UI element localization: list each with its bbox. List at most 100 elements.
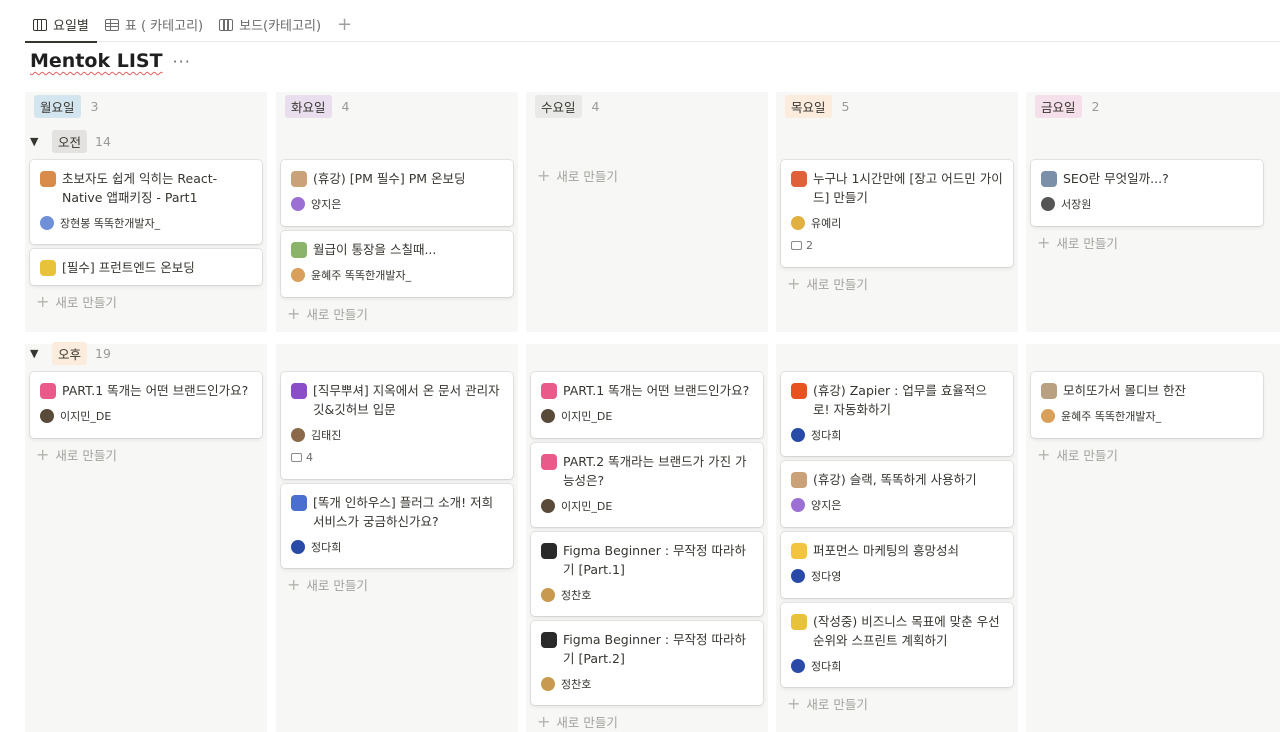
tab-weekday[interactable]: 요일별 bbox=[25, 8, 97, 43]
board-card[interactable]: [필수] 프런트엔드 온보딩 bbox=[30, 249, 262, 285]
tab-label: 요일별 bbox=[53, 19, 89, 34]
cocktail-emoji bbox=[1041, 383, 1057, 399]
new-card-button[interactable]: + 새로 만들기 bbox=[787, 274, 868, 293]
collapse-toggle-icon[interactable]: ▼ bbox=[30, 347, 44, 360]
figma-emoji bbox=[541, 632, 557, 648]
board-card[interactable]: [직무뿌셔] 지옥에서 온 문서 관리자 깃&깃허브 입문 김태진 4 bbox=[281, 372, 513, 479]
page-title[interactable]: Mentok LIST bbox=[30, 50, 163, 72]
board-card[interactable]: (휴강) 슬랙, 똑똑하게 사용하기 양지은 bbox=[781, 461, 1013, 527]
column-background bbox=[526, 92, 768, 332]
group-label[interactable]: 오전 bbox=[52, 130, 88, 153]
new-card-button[interactable]: + 새로 만들기 bbox=[537, 166, 618, 185]
card-title-text: (휴강) [PM 필수] PM 온보딩 bbox=[313, 171, 466, 186]
card-assignee: 정다희 bbox=[791, 427, 1003, 443]
plus-icon: + bbox=[287, 303, 301, 323]
new-card-button[interactable]: + 새로 만들기 bbox=[36, 292, 117, 311]
plus-icon: + bbox=[1037, 444, 1051, 464]
avatar bbox=[541, 499, 555, 513]
group-count: 19 bbox=[95, 346, 111, 361]
tab-table-category[interactable]: 표 ( 카테고리) bbox=[97, 8, 211, 42]
new-card-button[interactable]: + 새로 만들기 bbox=[787, 694, 868, 713]
column-label[interactable]: 화요일 bbox=[285, 95, 332, 118]
new-card-label: 새로 만들기 bbox=[556, 169, 618, 184]
board-card[interactable]: Figma Beginner : 무작정 따라하기 [Part.2] 정찬호 bbox=[531, 621, 763, 705]
card-title: (작성중) 비즈니스 목표에 맞춘 우선순위와 스프린트 계획하기 bbox=[791, 612, 1003, 650]
new-card-button[interactable]: + 새로 만들기 bbox=[1037, 445, 1118, 464]
board-card[interactable]: 월급이 통장을 스칠때... 윤혜주 똑똑한개발자_ bbox=[281, 231, 513, 297]
avatar bbox=[291, 428, 305, 442]
comment-icon bbox=[791, 241, 802, 250]
new-card-button[interactable]: + 새로 만들기 bbox=[1037, 233, 1118, 252]
card-assignee: 서장원 bbox=[1041, 196, 1253, 212]
plus-icon: + bbox=[287, 574, 301, 594]
heart-emoji bbox=[40, 383, 56, 399]
card-title-text: [직무뿌셔] 지옥에서 온 문서 관리자 깃&깃허브 입문 bbox=[313, 383, 500, 417]
avatar bbox=[791, 498, 805, 512]
column-label[interactable]: 목요일 bbox=[785, 95, 832, 118]
new-card-button[interactable]: + 새로 만들기 bbox=[36, 445, 117, 464]
collapse-toggle-icon[interactable]: ▼ bbox=[30, 135, 44, 148]
card-title: PART.2 똑개라는 브랜드가 가진 가능성은? bbox=[541, 452, 753, 490]
board-card[interactable]: PART.1 똑개는 어떤 브랜드인가요? 이지민_DE bbox=[30, 372, 262, 438]
column-label[interactable]: 수요일 bbox=[535, 95, 582, 118]
card-title: Figma Beginner : 무작정 따라하기 [Part.2] bbox=[541, 630, 753, 668]
board-view-icon bbox=[33, 18, 47, 31]
board-card[interactable]: Figma Beginner : 무작정 따라하기 [Part.1] 정찬호 bbox=[531, 532, 763, 616]
card-title: [직무뿌셔] 지옥에서 온 문서 관리자 깃&깃허브 입문 bbox=[291, 381, 503, 419]
column-header: 목요일 5 bbox=[785, 95, 849, 118]
board-card[interactable]: (작성중) 비즈니스 목표에 맞춘 우선순위와 스프린트 계획하기 정다희 bbox=[781, 603, 1013, 687]
devil-emoji bbox=[291, 383, 307, 399]
tab-board-category[interactable]: 보드(카테고리) bbox=[211, 8, 329, 42]
title-row: Mentok LIST ··· bbox=[30, 50, 191, 72]
technologist-emoji bbox=[40, 171, 56, 187]
card-assignee: 정찬호 bbox=[541, 676, 753, 692]
avatar bbox=[541, 588, 555, 602]
board-card[interactable]: SEO란 무엇일까...? 서장원 bbox=[1031, 160, 1263, 226]
new-card-label: 새로 만들기 bbox=[306, 578, 368, 593]
board-card[interactable]: (휴강) Zapier : 업무를 효율적으로! 자동화하기 정다희 bbox=[781, 372, 1013, 456]
board-card[interactable]: (휴강) [PM 필수] PM 온보딩 양지은 bbox=[281, 160, 513, 226]
new-card-button[interactable]: + 새로 만들기 bbox=[287, 575, 368, 594]
board-card[interactable]: [똑개 인하우스] 플러그 소개! 저희 서비스가 궁금하신가요? 정다희 bbox=[281, 484, 513, 568]
card-assignee: 양지은 bbox=[791, 497, 1003, 513]
group-label[interactable]: 오후 bbox=[52, 342, 88, 365]
group-header: ▼ 오전 14 bbox=[30, 130, 111, 153]
add-view-button[interactable]: + bbox=[329, 14, 360, 35]
plug-emoji bbox=[291, 495, 307, 511]
board-card[interactable]: 초보자도 쉽게 익히는 React-Native 앱패키징 - Part1 장현봉… bbox=[30, 160, 262, 244]
card-assignee: 유예리 bbox=[791, 215, 1003, 231]
new-card-button[interactable]: + 새로 만들기 bbox=[537, 712, 618, 731]
new-card-label: 새로 만들기 bbox=[55, 295, 117, 310]
card-assignee: 정다영 bbox=[791, 568, 1003, 584]
avatar bbox=[791, 659, 805, 673]
assignee-name: 김태진 bbox=[311, 429, 342, 442]
card-assignee: 김태진 bbox=[291, 427, 503, 443]
new-card-button[interactable]: + 새로 만들기 bbox=[287, 304, 368, 323]
board-card[interactable]: 퍼포먼스 마케팅의 흥망성쇠정다영 bbox=[781, 532, 1013, 598]
monkey-emoji bbox=[791, 472, 807, 488]
board-card[interactable]: 모히또가서 몰디브 한잔 윤혜주 똑똑한개발자_ bbox=[1031, 372, 1263, 438]
assignee-name: 양지은 bbox=[811, 499, 842, 512]
chick-emoji bbox=[791, 543, 807, 559]
more-options-button[interactable]: ··· bbox=[173, 52, 191, 71]
board-card[interactable]: PART.1 똑개는 어떤 브랜드인가요? 이지민_DE bbox=[531, 372, 763, 438]
column-label[interactable]: 금요일 bbox=[1035, 95, 1082, 118]
column-label[interactable]: 월요일 bbox=[34, 95, 81, 118]
heart-emoji bbox=[541, 383, 557, 399]
card-title: 퍼포먼스 마케팅의 흥망성쇠 bbox=[791, 541, 1003, 560]
assignee-name: 정다희 bbox=[311, 541, 342, 554]
board-card[interactable]: PART.2 똑개라는 브랜드가 가진 가능성은? 이지민_DE bbox=[531, 443, 763, 527]
board-card[interactable]: 누구나 1시간만에 [장고 어드민 가이드] 만들기 유예리 2 bbox=[781, 160, 1013, 267]
column-header: 화요일 4 bbox=[285, 95, 349, 118]
plus-icon: + bbox=[537, 165, 551, 185]
comment-icon bbox=[291, 453, 302, 462]
column-count: 3 bbox=[90, 99, 99, 114]
magnifier-emoji bbox=[1041, 171, 1057, 187]
card-title: 초보자도 쉽게 익히는 React-Native 앱패키징 - Part1 bbox=[40, 169, 252, 207]
card-assignee: 장현봉 똑똑한개발자_ bbox=[40, 215, 252, 231]
card-assignee: 윤혜주 똑똑한개발자_ bbox=[291, 267, 503, 283]
column-header: 월요일 3 bbox=[34, 95, 98, 118]
card-title-text: 모히또가서 몰디브 한잔 bbox=[1063, 383, 1186, 398]
card-title-text: (작성중) 비즈니스 목표에 맞춘 우선순위와 스프린트 계획하기 bbox=[813, 614, 1000, 648]
card-title-text: PART.1 똑개는 어떤 브랜드인가요? bbox=[563, 383, 750, 398]
